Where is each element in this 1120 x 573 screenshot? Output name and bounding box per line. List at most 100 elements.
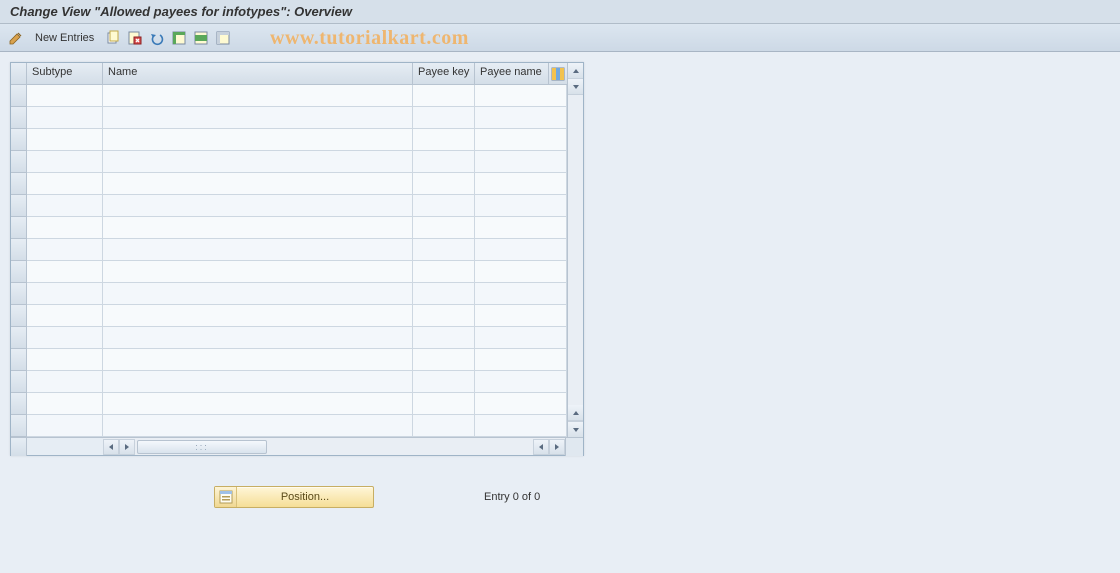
- copy-as-icon[interactable]: [103, 28, 123, 48]
- cell-subtype[interactable]: [27, 107, 103, 129]
- cell-payee-key[interactable]: [413, 283, 475, 305]
- cell-name[interactable]: [103, 327, 413, 349]
- cell-payee-name[interactable]: [475, 107, 567, 129]
- cell-name[interactable]: [103, 195, 413, 217]
- row-selector[interactable]: [11, 371, 27, 393]
- cell-subtype[interactable]: [27, 261, 103, 283]
- cell-payee-key[interactable]: [413, 151, 475, 173]
- cell-payee-name[interactable]: [475, 85, 567, 107]
- cell-payee-name[interactable]: [475, 195, 567, 217]
- row-selector[interactable]: [11, 107, 27, 129]
- scroll-up-bottom-icon[interactable]: [568, 405, 583, 421]
- cell-payee-key[interactable]: [413, 173, 475, 195]
- row-selector[interactable]: [11, 261, 27, 283]
- cell-payee-key[interactable]: [413, 261, 475, 283]
- cell-name[interactable]: [103, 173, 413, 195]
- cell-payee-key[interactable]: [413, 85, 475, 107]
- cell-payee-name[interactable]: [475, 151, 567, 173]
- cell-subtype[interactable]: [27, 239, 103, 261]
- select-all-icon[interactable]: [169, 28, 189, 48]
- cell-subtype[interactable]: [27, 217, 103, 239]
- hscroll-thumb[interactable]: :::: [137, 440, 267, 454]
- cell-subtype[interactable]: [27, 305, 103, 327]
- hscroll-right-icon[interactable]: [549, 439, 565, 455]
- deselect-all-icon[interactable]: [213, 28, 233, 48]
- cell-name[interactable]: [103, 85, 413, 107]
- cell-payee-name[interactable]: [475, 415, 567, 437]
- row-selector[interactable]: [11, 349, 27, 371]
- scroll-track[interactable]: [568, 95, 583, 405]
- scroll-down-bottom-icon[interactable]: [568, 421, 583, 437]
- cell-subtype[interactable]: [27, 393, 103, 415]
- cell-subtype[interactable]: [27, 173, 103, 195]
- cell-payee-name[interactable]: [475, 393, 567, 415]
- cell-payee-name[interactable]: [475, 217, 567, 239]
- cell-payee-key[interactable]: [413, 393, 475, 415]
- select-block-icon[interactable]: [191, 28, 211, 48]
- cell-name[interactable]: [103, 283, 413, 305]
- cell-name[interactable]: [103, 393, 413, 415]
- cell-subtype[interactable]: [27, 415, 103, 437]
- cell-payee-key[interactable]: [413, 305, 475, 327]
- cell-payee-name[interactable]: [475, 239, 567, 261]
- cell-subtype[interactable]: [27, 371, 103, 393]
- cell-name[interactable]: [103, 305, 413, 327]
- row-selector[interactable]: [11, 415, 27, 437]
- cell-name[interactable]: [103, 217, 413, 239]
- row-selector[interactable]: [11, 305, 27, 327]
- cell-name[interactable]: [103, 129, 413, 151]
- col-subtype[interactable]: Subtype: [27, 63, 103, 85]
- cell-payee-name[interactable]: [475, 305, 567, 327]
- undo-icon[interactable]: [147, 28, 167, 48]
- cell-payee-name[interactable]: [475, 349, 567, 371]
- row-selector[interactable]: [11, 151, 27, 173]
- cell-subtype[interactable]: [27, 85, 103, 107]
- cell-payee-key[interactable]: [413, 129, 475, 151]
- row-selector[interactable]: [11, 283, 27, 305]
- cell-name[interactable]: [103, 239, 413, 261]
- cell-name[interactable]: [103, 415, 413, 437]
- new-entries-button[interactable]: New Entries: [28, 28, 101, 48]
- col-payee-name[interactable]: Payee name: [475, 63, 549, 85]
- cell-payee-key[interactable]: [413, 349, 475, 371]
- cell-subtype[interactable]: [27, 327, 103, 349]
- cell-subtype[interactable]: [27, 151, 103, 173]
- cell-name[interactable]: [103, 371, 413, 393]
- col-name[interactable]: Name: [103, 63, 413, 85]
- cell-payee-name[interactable]: [475, 327, 567, 349]
- cell-payee-key[interactable]: [413, 327, 475, 349]
- cell-payee-key[interactable]: [413, 371, 475, 393]
- cell-name[interactable]: [103, 261, 413, 283]
- hscroll-left-icon[interactable]: [103, 439, 119, 455]
- toggle-change-icon[interactable]: [6, 28, 26, 48]
- col-payee-key[interactable]: Payee key: [413, 63, 475, 85]
- cell-payee-key[interactable]: [413, 239, 475, 261]
- delete-icon[interactable]: [125, 28, 145, 48]
- row-selector[interactable]: [11, 195, 27, 217]
- scroll-down-icon[interactable]: [568, 79, 583, 95]
- cell-payee-name[interactable]: [475, 129, 567, 151]
- cell-name[interactable]: [103, 107, 413, 129]
- row-selector[interactable]: [11, 327, 27, 349]
- row-selector[interactable]: [11, 173, 27, 195]
- position-button[interactable]: Position...: [214, 486, 374, 508]
- cell-subtype[interactable]: [27, 195, 103, 217]
- row-selector[interactable]: [11, 217, 27, 239]
- cell-subtype[interactable]: [27, 349, 103, 371]
- cell-subtype[interactable]: [27, 129, 103, 151]
- scroll-up-icon[interactable]: [568, 63, 583, 79]
- cell-payee-name[interactable]: [475, 261, 567, 283]
- cell-payee-key[interactable]: [413, 415, 475, 437]
- row-selector[interactable]: [11, 239, 27, 261]
- cell-payee-key[interactable]: [413, 107, 475, 129]
- cell-payee-name[interactable]: [475, 371, 567, 393]
- cell-payee-name[interactable]: [475, 283, 567, 305]
- cell-name[interactable]: [103, 151, 413, 173]
- cell-subtype[interactable]: [27, 283, 103, 305]
- hscroll-left-inner-icon[interactable]: [533, 439, 549, 455]
- row-selector[interactable]: [11, 85, 27, 107]
- configure-columns-icon[interactable]: [549, 63, 567, 85]
- row-selector[interactable]: [11, 129, 27, 151]
- cell-payee-key[interactable]: [413, 195, 475, 217]
- vertical-scrollbar[interactable]: [567, 63, 583, 437]
